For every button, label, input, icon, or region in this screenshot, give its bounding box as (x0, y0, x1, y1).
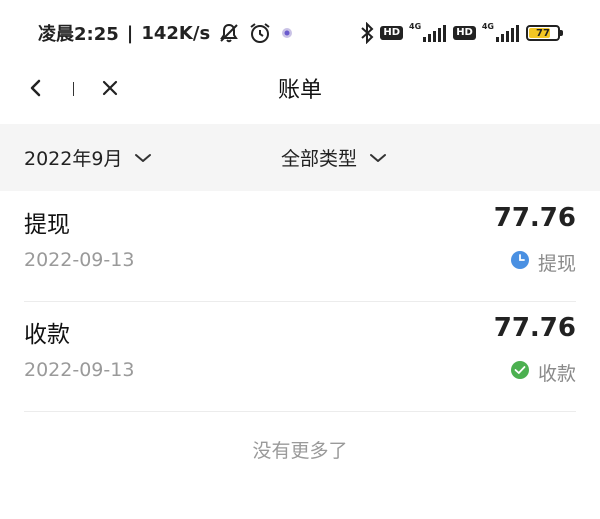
bill-status: 收款 (510, 359, 576, 386)
bill-status-label: 收款 (537, 363, 576, 385)
bill-status-label: 提现 (537, 253, 576, 275)
status-right: HD 4G HD 4G 77 (360, 21, 563, 44)
page-title: 账单 (277, 78, 322, 103)
network-type-label: 4G (409, 21, 422, 31)
status-bar: 凌晨2:25 | 142K/s HD 4G HD 4G 77 (0, 0, 600, 62)
date-filter-dropdown[interactable]: 2022年9月 (24, 144, 152, 171)
app-notification-icon (280, 26, 294, 40)
no-more-text: 没有更多了 (252, 440, 348, 462)
chevron-down-icon (134, 147, 152, 169)
hd-badge: HD (380, 26, 404, 40)
bill-title: 收款 (24, 322, 70, 348)
bill-date: 2022-09-13 (24, 359, 135, 381)
bill-status: 提现 (510, 249, 576, 276)
bluetooth-icon (360, 22, 374, 44)
bell-off-icon (218, 22, 240, 44)
bill-title: 提现 (24, 212, 70, 238)
type-filter-label: 全部类型 (281, 148, 358, 170)
battery-level: 77 (536, 27, 550, 39)
filter-bar: 2022年9月 全部类型 (0, 124, 600, 191)
battery-icon: 77 (526, 25, 563, 41)
list-item[interactable]: 收款 2022-09-13 77.76 收款 (0, 301, 600, 411)
bill-date: 2022-09-13 (24, 249, 135, 271)
date-filter-label: 2022年9月 (24, 148, 123, 170)
list-divider (24, 411, 576, 412)
chevron-down-icon (369, 147, 387, 169)
alarm-icon (248, 21, 272, 45)
check-circle-icon (510, 360, 530, 385)
type-filter-dropdown[interactable]: 全部类型 (281, 144, 387, 171)
hd-badge: HD (453, 26, 476, 40)
bill-amount: 77.76 (493, 203, 576, 233)
signal-icon (496, 24, 520, 42)
status-left: 凌晨2:25 | 142K/s (38, 20, 294, 46)
status-time: 凌晨2:25 (38, 24, 119, 45)
bill-list: 提现 2022-09-13 77.76 提现 收款 2022-09-13 77.… (0, 191, 600, 411)
clock-icon (510, 250, 530, 275)
network-type-label: 4G (481, 21, 494, 31)
status-separator: | (126, 22, 134, 44)
bill-amount: 77.76 (493, 313, 576, 343)
list-item[interactable]: 提现 2022-09-13 77.76 提现 (0, 191, 600, 301)
status-net-speed: 142K/s (141, 22, 211, 44)
bill-page: 凌晨2:25 | 142K/s HD 4G HD 4G 77 账单 2022年9… (0, 0, 600, 519)
signal-icon (423, 24, 447, 42)
nav-bar: 账单 (0, 62, 600, 122)
